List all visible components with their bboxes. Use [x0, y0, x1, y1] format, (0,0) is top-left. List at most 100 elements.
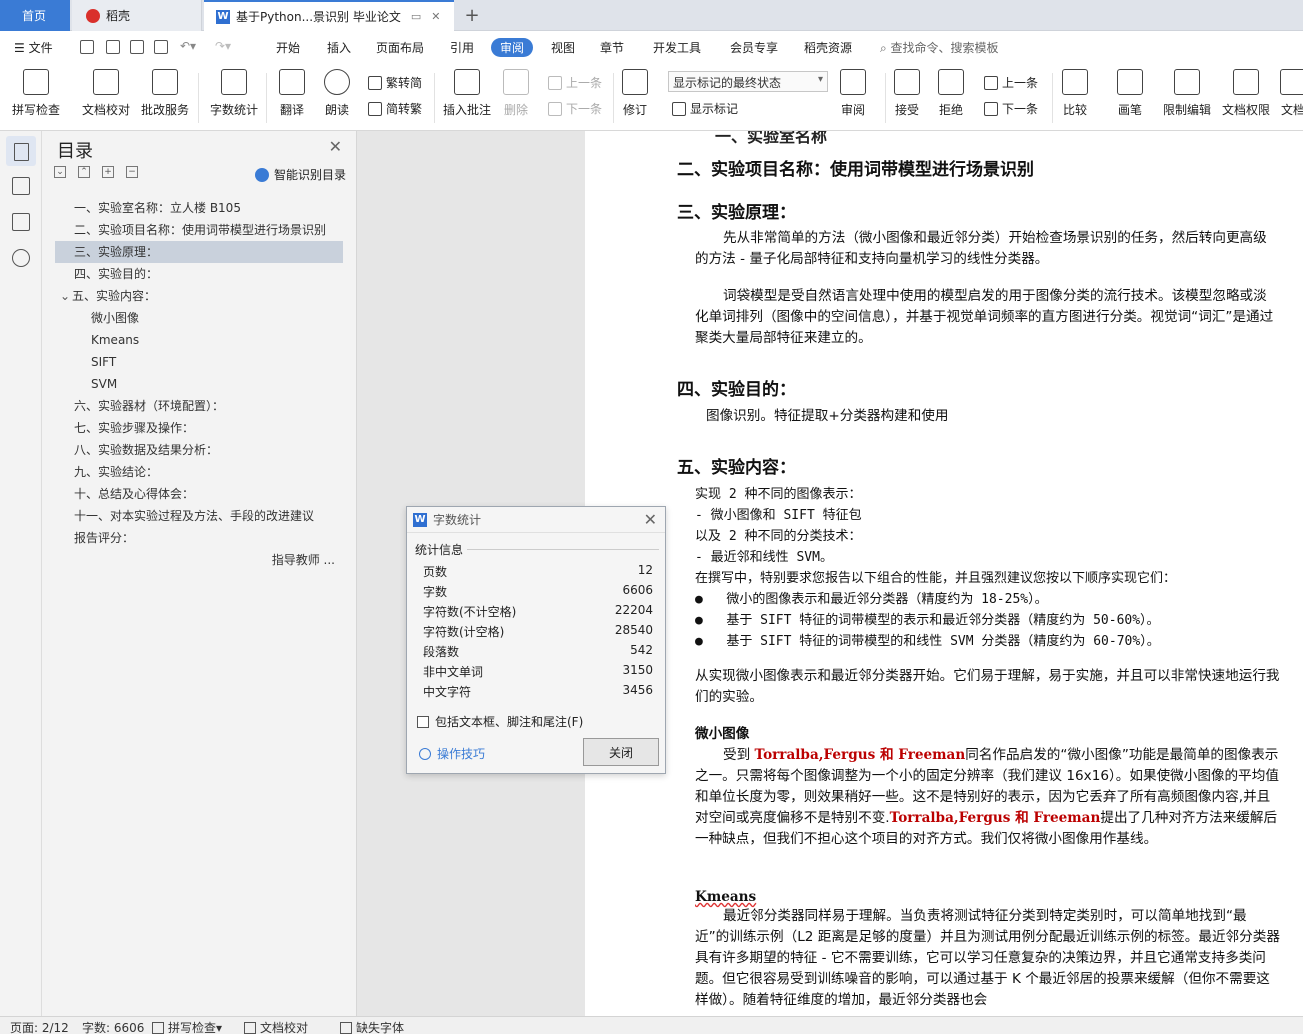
pen-button[interactable]: 画笔 [1117, 69, 1143, 118]
revise-icon [622, 69, 648, 95]
remove-level-icon[interactable]: − [126, 166, 138, 178]
prev-change-button[interactable]: 上一条 [984, 74, 1038, 91]
toc-item[interactable]: 指导教师 ... [42, 549, 357, 571]
toc-item[interactable]: 七、实验步骤及操作： [42, 417, 357, 439]
menu-review[interactable]: 审阅 [491, 38, 534, 57]
document-page[interactable]: 一、实验室名称 二、实验项目名称：使用词带模型进行场景识别 三、实验原理： 先从… [585, 131, 1303, 1016]
toc-panel: 目录 ✕ ⌄ ⌃ + − 智能识别目录 一、实验室名称：立人楼 B105 二、实验… [42, 131, 357, 1016]
smart-toc-icon [254, 167, 269, 182]
menu-view[interactable]: 视图 [551, 39, 575, 56]
insert-comment-button[interactable]: 插入批注 [443, 69, 491, 118]
dialog-close-icon[interactable]: ✕ [644, 510, 657, 529]
search-icon[interactable] [12, 249, 30, 267]
show-marks-button[interactable]: 显示标记 [672, 100, 738, 117]
display-mode-select[interactable]: 显示标记的最终状态 [668, 71, 828, 92]
tips-link[interactable]: 操作技巧 [419, 745, 485, 762]
restrict-edit-button[interactable]: 限制编辑 [1163, 69, 1211, 118]
toc-item[interactable]: 八、实验数据及结果分析： [42, 439, 357, 461]
toc-item-label: 十、总结及心得体会： [74, 487, 195, 501]
toc-panel-icon[interactable] [6, 136, 36, 166]
add-level-icon[interactable]: + [102, 166, 114, 178]
prev-comment-button[interactable]: 上一条 [548, 74, 602, 91]
chapter-nav-icon[interactable] [12, 177, 30, 195]
undo-icon[interactable]: ↶▾ [180, 39, 196, 53]
menu-insert[interactable]: 插入 [327, 39, 351, 56]
word-count-button[interactable]: 字数统计 [210, 69, 258, 118]
next-comment-button[interactable]: 下一条 [548, 100, 602, 117]
menu-daoke-resources[interactable]: 稻壳资源 [804, 39, 852, 56]
toc-item[interactable]: 六、实验器材（环境配置）： [42, 395, 357, 417]
prev-change-label: 上一条 [1002, 76, 1039, 90]
next-change-button[interactable]: 下一条 [984, 100, 1038, 117]
include-footnotes-checkbox[interactable]: 包括文本框、脚注和尾注(F) [417, 713, 583, 730]
export-icon[interactable] [106, 40, 120, 54]
toc-item[interactable]: Kmeans [42, 329, 357, 351]
new-tab-button[interactable]: + [460, 0, 484, 31]
heading-2: 二、实验项目名称：使用词带模型进行场景识别 [677, 160, 1034, 180]
compare-button[interactable]: 比较 [1062, 69, 1088, 118]
page-indicator[interactable]: 页面: 2/12 [10, 1019, 69, 1034]
paragraph-start: 从实现微小图像表示和最近邻分类器开始。它们易于理解，易于实施，并且可以非常快速地… [695, 668, 1280, 705]
translate-button[interactable]: 翻译 [279, 69, 305, 118]
toc-item[interactable]: 报告评分： [42, 527, 357, 549]
toc-item[interactable]: 三、实验原理： [55, 241, 343, 263]
accept-button[interactable]: 接受 [894, 69, 920, 118]
toc-item[interactable]: 一、实验室名称：立人楼 B105 [42, 197, 357, 219]
menu-member[interactable]: 会员专享 [730, 39, 778, 56]
toc-item-label: 四、实验目的： [74, 267, 159, 281]
chevron-down-icon[interactable]: ⌄ [60, 285, 72, 307]
status-doc-proof[interactable]: 文档校对 [244, 1019, 308, 1034]
translate-icon [279, 69, 305, 95]
doc-more-button[interactable]: 文档 [1280, 69, 1303, 118]
word-count-indicator[interactable]: 字数: 6606 [82, 1019, 144, 1034]
simp-to-trad-button[interactable]: 简转繁 [368, 100, 422, 117]
bookmark-icon[interactable] [12, 213, 30, 231]
read-aloud-button[interactable]: 朗读 [324, 69, 350, 118]
toc-item[interactable]: 十一、对本实验过程及方法、手段的改进建议 [42, 505, 357, 527]
file-menu[interactable]: ☰ 文件 [14, 39, 53, 56]
redo-icon[interactable]: ↷▾ [215, 39, 231, 53]
delete-comment-button[interactable]: 删除 [503, 69, 529, 118]
tab-document[interactable]: W 基于Python...景识别 毕业论文 ▭ ✕ [204, 0, 454, 31]
menu-start[interactable]: 开始 [276, 39, 300, 56]
toc-item[interactable]: 十、总结及心得体会： [42, 483, 357, 505]
toc-close-icon[interactable]: ✕ [329, 137, 342, 156]
next-comment-label: 下一条 [566, 102, 603, 116]
status-missing-font[interactable]: 缺失字体 [340, 1019, 404, 1034]
review-pane-button[interactable]: 审阅 [840, 69, 866, 118]
toc-item[interactable]: SIFT [42, 351, 357, 373]
toc-item-label: 六、实验器材（环境配置）： [74, 399, 225, 413]
toc-item[interactable]: 四、实验目的： [42, 263, 357, 285]
collapse-all-icon[interactable]: ⌄ [54, 166, 66, 178]
reject-button[interactable]: 拒绝 [938, 69, 964, 118]
batch-service-button[interactable]: 批改服务 [141, 69, 189, 118]
doc-permission-button[interactable]: 文档权限 [1222, 69, 1270, 118]
tab-window-icon[interactable]: ▭ [411, 10, 421, 23]
command-search[interactable]: ⌕ 查找命令、搜索模板 [880, 39, 999, 56]
smart-toc-button[interactable]: 智能识别目录 [254, 166, 346, 183]
tips-label: 操作技巧 [437, 747, 486, 761]
menu-reference[interactable]: 引用 [450, 39, 474, 56]
toc-item[interactable]: 微小图像 [42, 307, 357, 329]
toc-item[interactable]: ⌄ 五、实验内容： [42, 285, 357, 307]
menu-dev-tools[interactable]: 开发工具 [653, 39, 701, 56]
preview-icon[interactable] [154, 40, 168, 54]
close-button[interactable]: 关闭 [583, 738, 659, 766]
toc-item[interactable]: SVM [42, 373, 357, 395]
expand-up-icon[interactable]: ⌃ [78, 166, 90, 178]
save-icon[interactable] [80, 40, 94, 54]
toc-item[interactable]: 二、实验项目名称：使用词带模型进行场景识别 [42, 219, 357, 241]
menu-chapter[interactable]: 章节 [600, 39, 624, 56]
tab-home[interactable]: 首页 [0, 0, 70, 31]
stat-value: 12 [637, 563, 653, 577]
status-spell-check[interactable]: 拼写检查 ▾ [152, 1019, 222, 1034]
print-icon[interactable] [130, 40, 144, 54]
trad-to-simp-button[interactable]: 繁转简 [368, 74, 422, 91]
revise-button[interactable]: 修订 [622, 69, 648, 118]
spell-check-button[interactable]: 拼写检查 [12, 69, 60, 118]
tab-close-icon[interactable]: ✕ [431, 10, 440, 23]
toc-item[interactable]: 九、实验结论： [42, 461, 357, 483]
tab-daoke[interactable]: 稻壳 [72, 0, 202, 31]
menu-layout[interactable]: 页面布局 [376, 39, 424, 56]
doc-proof-button[interactable]: 文档校对 [82, 69, 130, 118]
